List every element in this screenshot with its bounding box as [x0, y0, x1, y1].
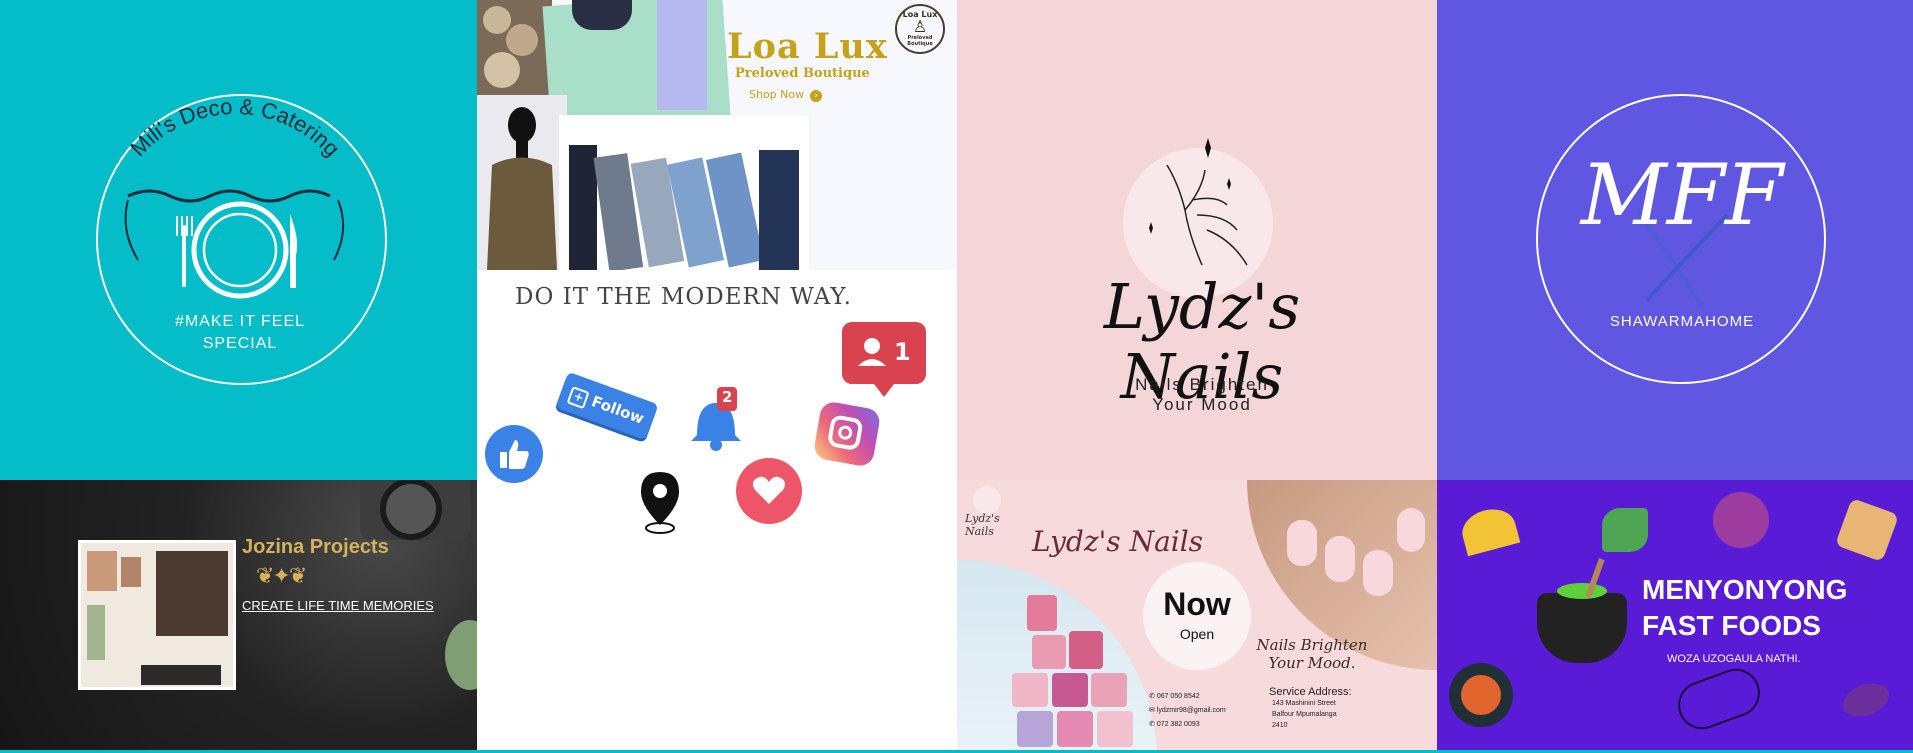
mff-tile[interactable]: MFF SHAWARMAHOME	[1437, 0, 1913, 480]
ornament-icon: ❦✦❦	[256, 564, 307, 589]
lydz-mini-brand: Lydz's Nails	[965, 512, 1000, 538]
lydz-address: Service Address: 143 Mashinini Street Ba…	[1269, 686, 1352, 731]
email: lydzmir98@gmail.com	[1156, 707, 1226, 714]
follow-button[interactable]: + Follow	[555, 371, 659, 441]
jozina-title: Jozina Projects	[242, 536, 389, 558]
mili-logo-arc-text: Mili's Deco & Catering	[125, 94, 344, 161]
phone2-row: ✆ 072 382 0093	[1149, 718, 1226, 732]
knife-icon	[290, 214, 298, 288]
family-photo	[78, 540, 236, 690]
open-label: Open	[1179, 626, 1215, 642]
instagram-icon[interactable]	[812, 400, 882, 468]
friend-count: 1	[894, 338, 911, 366]
lydz-nails-tile[interactable]: Lydz's Nails Nails Brighten Your Mood	[957, 0, 1437, 480]
address-line2: Balfour Mpumalanga	[1272, 711, 1337, 718]
lydz-flyer-tagline: Nails Brighten Your Mood.	[1237, 636, 1387, 672]
phone1: 067 050 8542	[1156, 693, 1200, 700]
plate-icon	[191, 201, 289, 299]
jozina-tile[interactable]: Jozina Projects ❦✦❦ CREATE LIFE TIME MEM…	[0, 480, 477, 750]
loalux-social-tile[interactable]: Loa Lux Preloved Boutique Shop Now › Loa …	[477, 0, 957, 750]
mff-monogram: MFF	[1580, 146, 1784, 244]
jozina-tagline: CREATE LIFE TIME MEMORIES	[242, 598, 434, 613]
social-headline: DO IT THE MODERN WAY.	[515, 284, 852, 310]
cauldron-icon	[1537, 558, 1627, 663]
loalux-badge-line2: Preloved Boutique	[907, 35, 933, 47]
heart-icon	[752, 476, 786, 504]
shoes-photo	[572, 0, 632, 30]
phone1-row: ✆ 067 050 8542	[1149, 690, 1226, 704]
mili-tagline: #MAKE IT FEEL SPECIAL	[140, 311, 340, 355]
phone2: 072 382 0093	[1156, 721, 1200, 728]
lydz-nails-flyer-tile[interactable]: Lydz's Nails Lydz's Nails Now Open Nails…	[957, 480, 1437, 750]
taco-icon	[1457, 503, 1521, 557]
address-title: Service Address:	[1269, 686, 1352, 698]
notification-bell[interactable]: 2	[685, 385, 747, 455]
like-icon	[500, 440, 529, 469]
follow-label: Follow	[589, 392, 647, 428]
mff-name: SHAWARMAHOME	[1609, 313, 1755, 330]
address-line1: 143 Mashinini Street	[1272, 700, 1336, 707]
lydz-tagline-line1: Nails Brighten	[1135, 375, 1269, 394]
now-label: Now	[1163, 586, 1231, 622]
whatsapp-icon: ✆	[1149, 721, 1157, 728]
shop-now-button[interactable]: Shop Now ›	[749, 88, 823, 102]
address-line3: 2410	[1272, 722, 1288, 729]
mili-logo-graphic: Mili's Deco & Catering	[124, 94, 345, 299]
fork-icon	[176, 216, 193, 287]
cabbage-icon	[1713, 492, 1769, 548]
eggplant-icon	[1838, 677, 1894, 723]
lydz-flyer-brand: Lydz's Nails	[1032, 525, 1204, 558]
location-pin-icon	[641, 472, 679, 534]
menyonyong-tagline: WOZA UZOGAULA NATHI.	[1667, 653, 1801, 665]
lilac-shirt-photo	[657, 0, 707, 110]
plus-icon: +	[566, 386, 590, 410]
jewelry-photo	[477, 0, 552, 95]
location-pin[interactable]	[637, 470, 683, 534]
jeans-photo	[559, 115, 809, 272]
bell-count: 2	[722, 388, 733, 406]
lettuce-icon	[1602, 508, 1648, 552]
lydz-contact-list: ✆ 067 050 8542 ✉ lydzmir98@gmail.com ✆ 0…	[1149, 690, 1226, 732]
dress-form-icon: ♙	[912, 17, 928, 36]
email-row: ✉ lydzmir98@gmail.com	[1149, 704, 1226, 718]
friend-request-icon	[864, 338, 880, 354]
food-bowl-icon	[1449, 663, 1513, 727]
lydz-mini-logo: Lydz's Nails	[965, 486, 1009, 538]
loalux-title: Loa Lux	[727, 26, 888, 67]
menyonyong-title-line2: FAST FOODS	[1642, 610, 1821, 641]
menyonyong-title-line1: MENYONYONG	[1642, 574, 1848, 605]
lydz-flyer-tagline-line1: Nails Brighten	[1256, 636, 1368, 654]
lydz-flyer-tagline-line2: Your Mood.	[1268, 654, 1356, 672]
phone-icon: ✆	[1149, 693, 1157, 700]
lydz-tagline: Nails Brighten Your Mood	[1097, 375, 1307, 415]
shop-now-label: Shop Now	[749, 88, 805, 101]
wrap-icon	[1834, 497, 1900, 563]
mili-tagline-line1: #MAKE IT FEEL	[174, 313, 306, 330]
arrow-right-icon: ›	[810, 90, 823, 102]
now-open-badge: Now Open	[1143, 562, 1251, 670]
mili-tagline-line2: SPECIAL	[202, 335, 278, 352]
loalux-subtitle: Preloved Boutique	[735, 66, 870, 81]
ornament-icon	[127, 189, 331, 203]
menyonyong-tile[interactable]: MENYONYONG FAST FOODS WOZA UZOGAULA NATH…	[1437, 480, 1913, 750]
lydz-tagline-line2: Your Mood	[1152, 395, 1252, 414]
burrito-outline-icon	[1671, 662, 1767, 736]
heart-button[interactable]	[736, 458, 802, 524]
friend-request-badge[interactable]: 1	[842, 322, 926, 397]
like-button[interactable]	[485, 425, 543, 483]
camera-photo	[360, 480, 470, 540]
mili-deco-tile[interactable]: Mili's Deco & Catering #MAKE IT FEEL SPE…	[0, 0, 477, 480]
mannequin-photo	[477, 95, 567, 270]
mail-icon: ✉	[1149, 707, 1157, 714]
loalux-badge: Loa Lux ♙ Preloved Boutique	[895, 4, 945, 54]
menyonyong-title: MENYONYONG FAST FOODS	[1642, 572, 1847, 644]
ad-grid: Mili's Deco & Catering #MAKE IT FEEL SPE…	[0, 0, 1913, 753]
